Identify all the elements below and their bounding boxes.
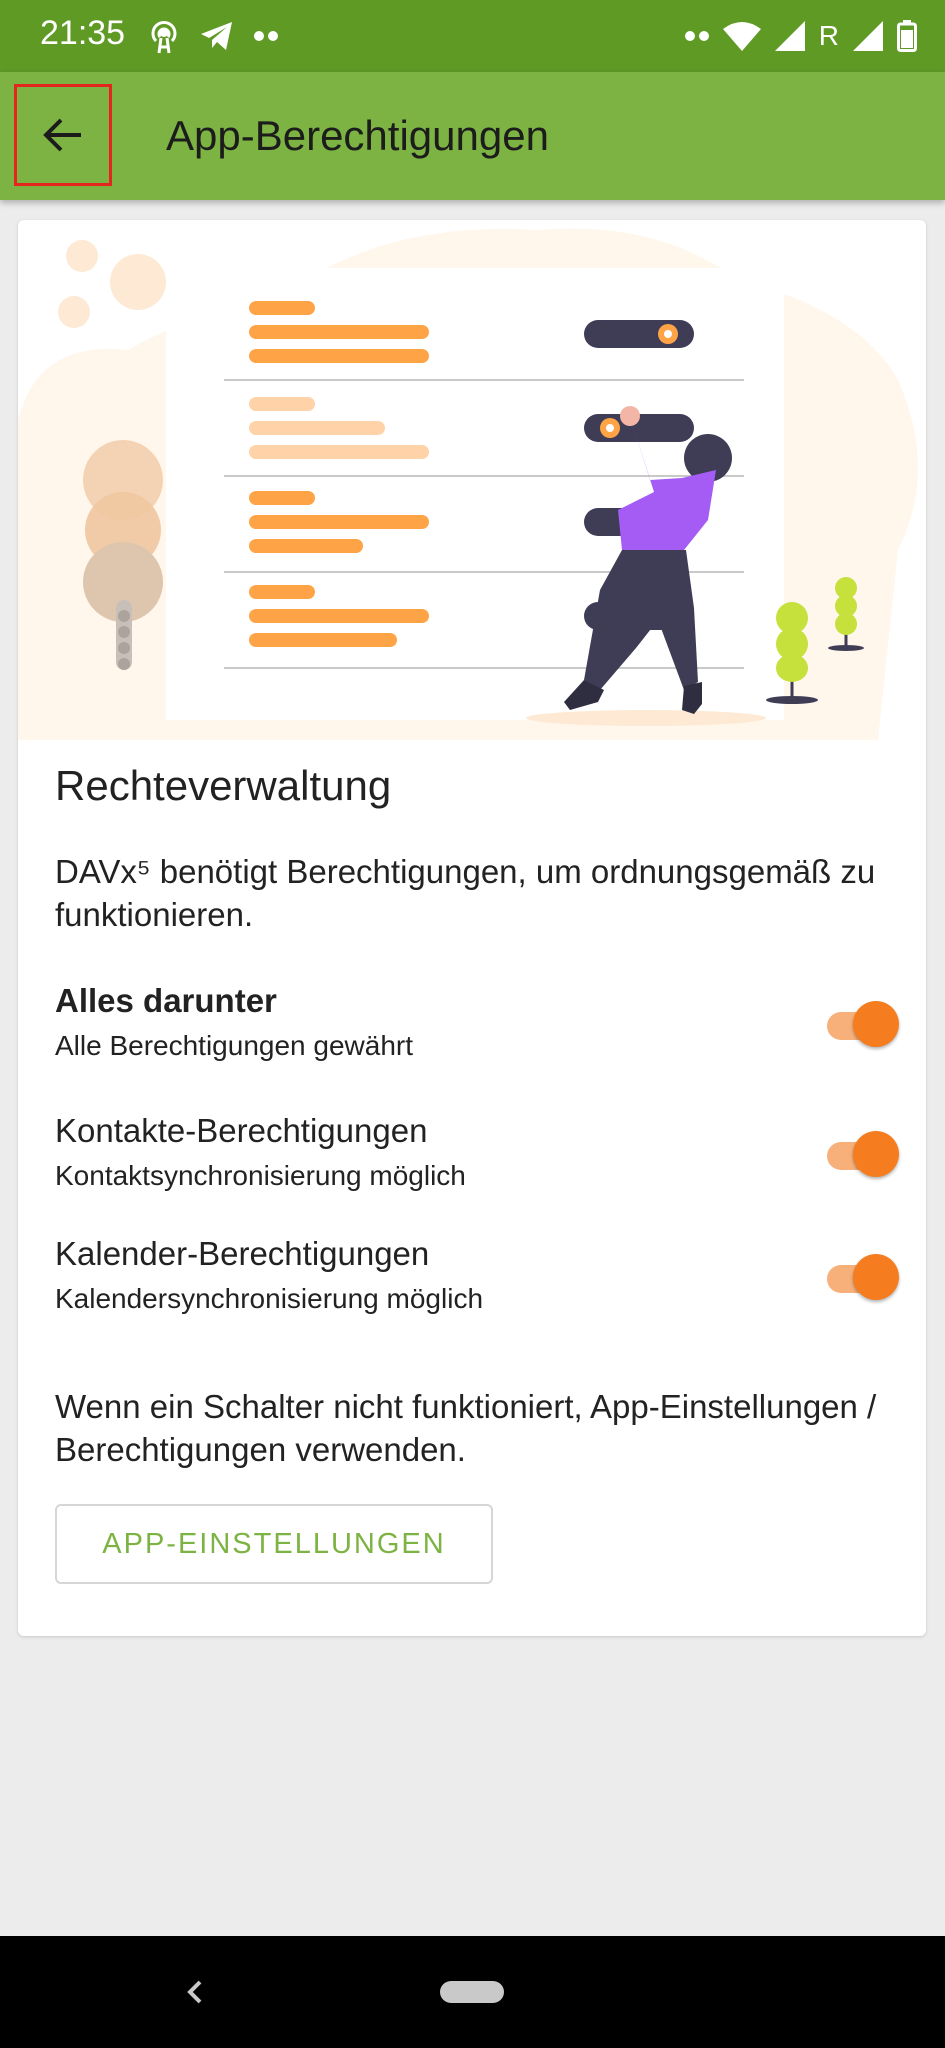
signal-icon [853,21,883,51]
toggle-thumb [853,1131,899,1177]
permission-subtitle: Kontaktsynchronisierung möglich [55,1160,466,1191]
app-settings-button[interactable]: APP-EINSTELLUNGEN [55,1504,493,1584]
status-icons-right: R [684,16,917,56]
wifi-icon [722,22,761,51]
status-icons-left [148,16,278,56]
more-dots-icon [254,31,278,41]
permission-row-all: Alles darunter Alle Berechtigungen gewäh… [55,982,899,1072]
permission-title: Kontakte-Berechtigungen [55,1112,428,1149]
page-title: App-Berechtigungen [166,112,549,159]
signal-icon [774,21,805,51]
nav-back-icon[interactable] [176,1968,216,2016]
hint-text: Wenn ein Schalter nicht funktioniert, Ap… [55,1388,877,1468]
hotspot-icon [151,21,177,54]
permission-subtitle: Alle Berechtigungen gewährt [55,1030,414,1061]
roaming-indicator: R [818,20,839,51]
telegram-icon [201,22,232,50]
permissions-illustration [18,228,918,740]
permission-row-contacts: Kontakte-Berechtigungen Kontaktsynchroni… [55,1112,899,1202]
permissions-card: Rechteverwaltung DAVx⁵ benötigt Berechti… [18,220,926,1636]
toggle-contacts-permissions[interactable] [821,1130,899,1180]
nav-home-pill[interactable] [440,1981,504,2003]
intro-text: DAVx⁵ benötigt Berechtigungen, um ordnun… [55,853,876,933]
status-time: 21:35 [40,14,126,52]
battery-icon [897,20,917,52]
permission-title: Alles darunter [55,982,277,1019]
section-heading: Rechteverwaltung [55,762,392,809]
arrow-back-icon [43,118,81,152]
back-button[interactable] [14,84,112,186]
status-bar: 21:35 R [0,0,945,72]
toggle-thumb [853,1254,899,1300]
toggle-all-permissions[interactable] [821,1000,899,1050]
more-dots-icon [684,31,709,41]
toggle-calendar-permissions[interactable] [821,1253,899,1303]
app-bar: App-Berechtigungen [0,72,945,200]
navigation-bar [0,1936,945,2048]
toggle-thumb [853,1001,899,1047]
permission-subtitle: Kalendersynchronisierung möglich [55,1283,484,1314]
permission-row-calendar: Kalender-Berechtigungen Kalendersynchron… [55,1235,899,1325]
permission-title: Kalender-Berechtigungen [55,1235,430,1272]
